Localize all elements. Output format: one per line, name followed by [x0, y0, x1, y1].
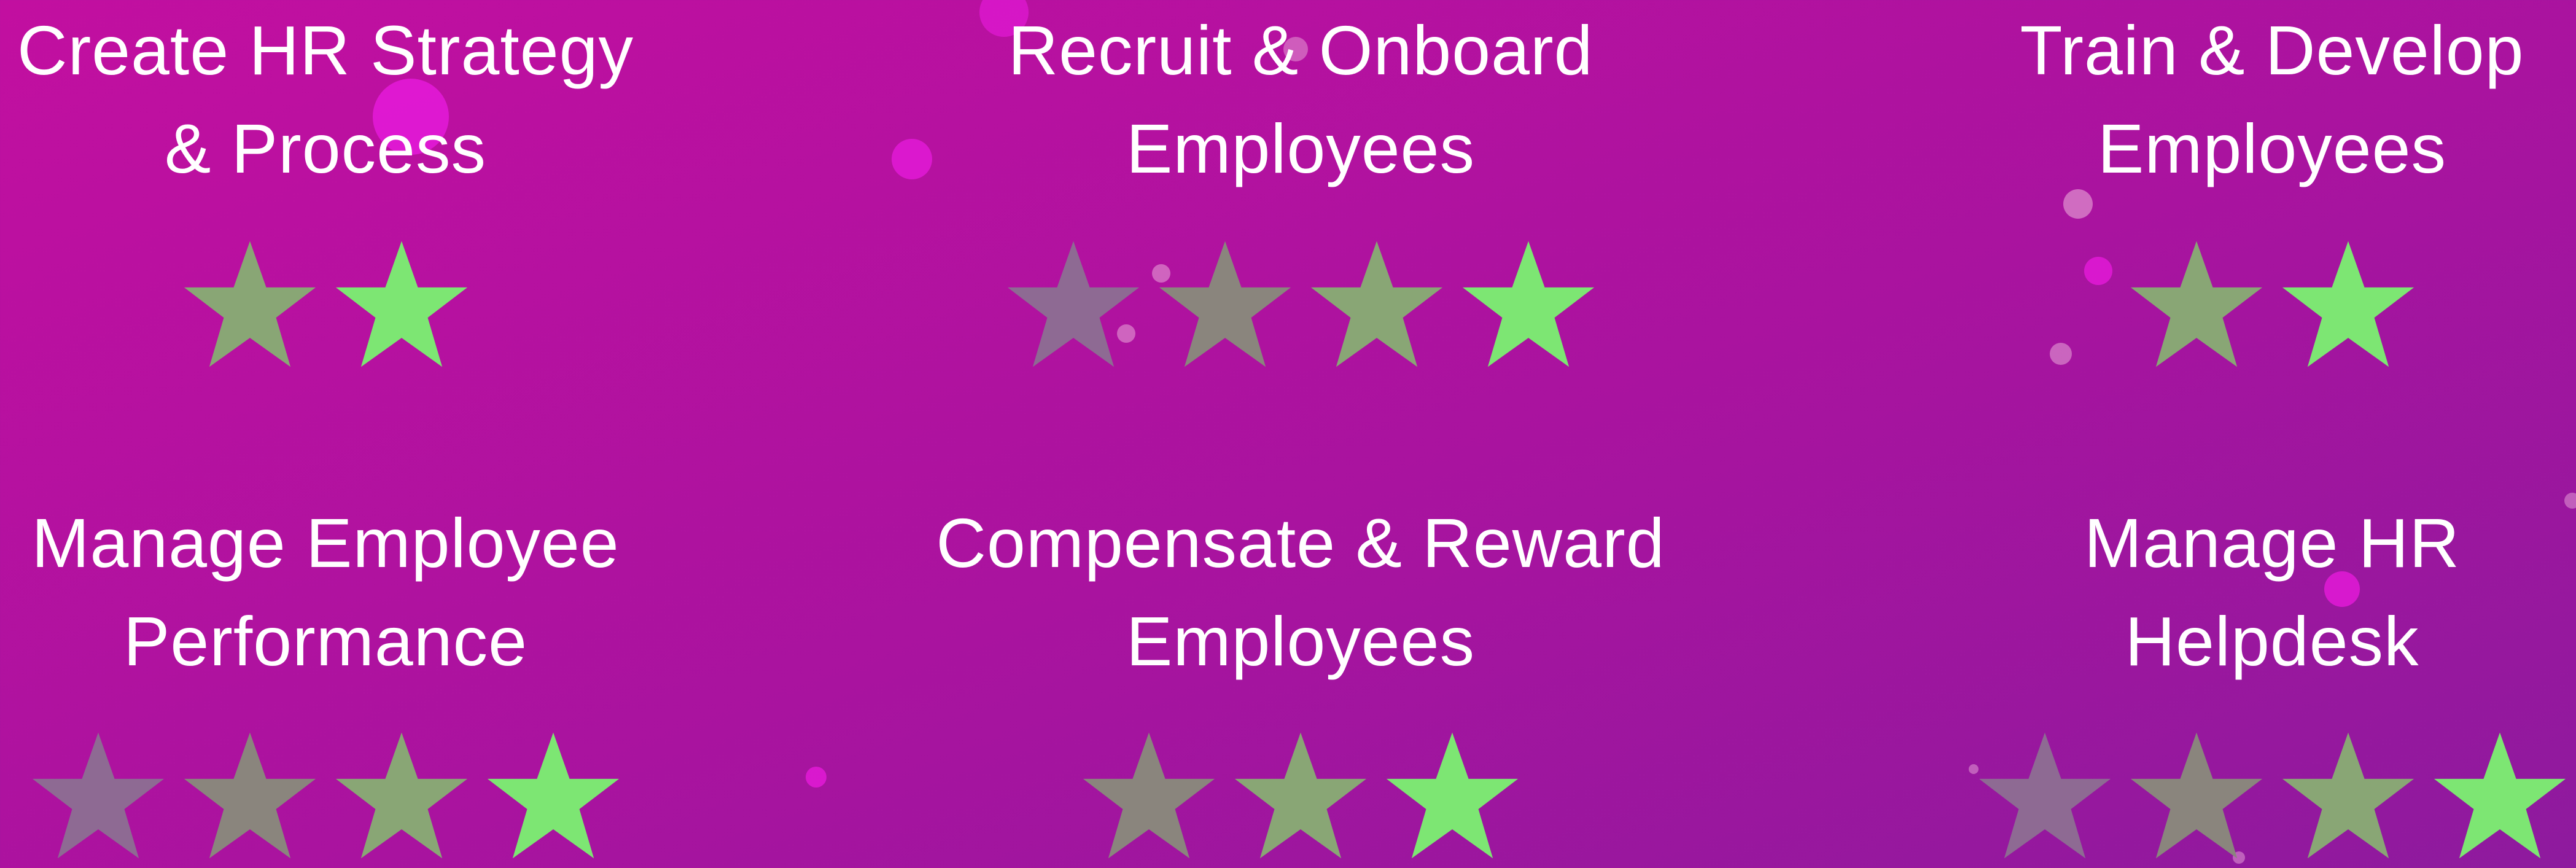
star-icon — [184, 732, 316, 859]
star-icon — [2130, 241, 2262, 367]
star-icon — [1159, 241, 1291, 367]
star-rating — [0, 238, 725, 371]
skill-card-title-line: Helpdesk — [2125, 603, 2419, 680]
star-rating — [1873, 238, 2576, 371]
skill-card-title-line: Manage Employee — [31, 504, 620, 582]
star-icon — [2434, 732, 2566, 859]
skill-card-title-line: Employees — [1126, 603, 1475, 680]
skill-card-employee-performance: Manage Employee Performance — [0, 494, 725, 859]
decorative-bubble — [806, 767, 827, 788]
skill-card-title: Manage HR Helpdesk — [1873, 494, 2576, 690]
star-rating — [901, 730, 1700, 862]
star-icon — [335, 732, 467, 859]
star-icon — [1386, 732, 1519, 859]
star-icon — [335, 241, 467, 367]
star-icon — [2282, 241, 2414, 367]
skill-card-title-line: Manage HR — [2084, 504, 2460, 582]
skill-card-title-line: Employees — [1126, 110, 1475, 187]
star-rating — [0, 730, 725, 862]
skill-card-title-line: Employees — [2098, 110, 2446, 187]
skill-card-title-line: Compensate & Reward — [936, 504, 1665, 582]
skill-card-title: Manage Employee Performance — [0, 494, 725, 690]
star-rating — [1873, 730, 2576, 862]
star-icon — [32, 732, 164, 859]
star-icon — [184, 241, 316, 367]
skill-card-title-line: Train & Develop — [2020, 12, 2524, 89]
star-icon — [2130, 732, 2262, 859]
skill-card-title: Create HR Strategy & Process — [0, 1, 725, 198]
skill-card-title: Recruit & Onboard Employees — [901, 1, 1700, 198]
skill-card-title: Train & Develop Employees — [1873, 1, 2576, 198]
star-icon — [1462, 241, 1594, 367]
skill-card-title-line: Recruit & Onboard — [1008, 12, 1593, 89]
star-rating — [901, 238, 1700, 371]
skill-card-train-develop: Train & Develop Employees — [1873, 1, 2576, 367]
star-icon — [1979, 732, 2111, 859]
skill-card-title-line: Create HR Strategy — [17, 12, 634, 89]
skill-card-title-line: & Process — [165, 110, 486, 187]
star-icon — [487, 732, 619, 859]
star-icon — [1234, 732, 1367, 859]
skill-card-recruit-onboard: Recruit & Onboard Employees — [901, 1, 1700, 367]
skill-card-title-line: Performance — [123, 603, 527, 680]
skill-card-hr-strategy: Create HR Strategy & Process — [0, 1, 725, 367]
star-icon — [1007, 241, 1139, 367]
star-icon — [1310, 241, 1442, 367]
star-icon — [1083, 732, 1215, 859]
skill-card-hr-helpdesk: Manage HR Helpdesk — [1873, 494, 2576, 859]
skill-card-title: Compensate & Reward Employees — [901, 494, 1700, 690]
skill-card-compensate-reward: Compensate & Reward Employees — [901, 494, 1700, 859]
star-icon — [2282, 732, 2414, 859]
